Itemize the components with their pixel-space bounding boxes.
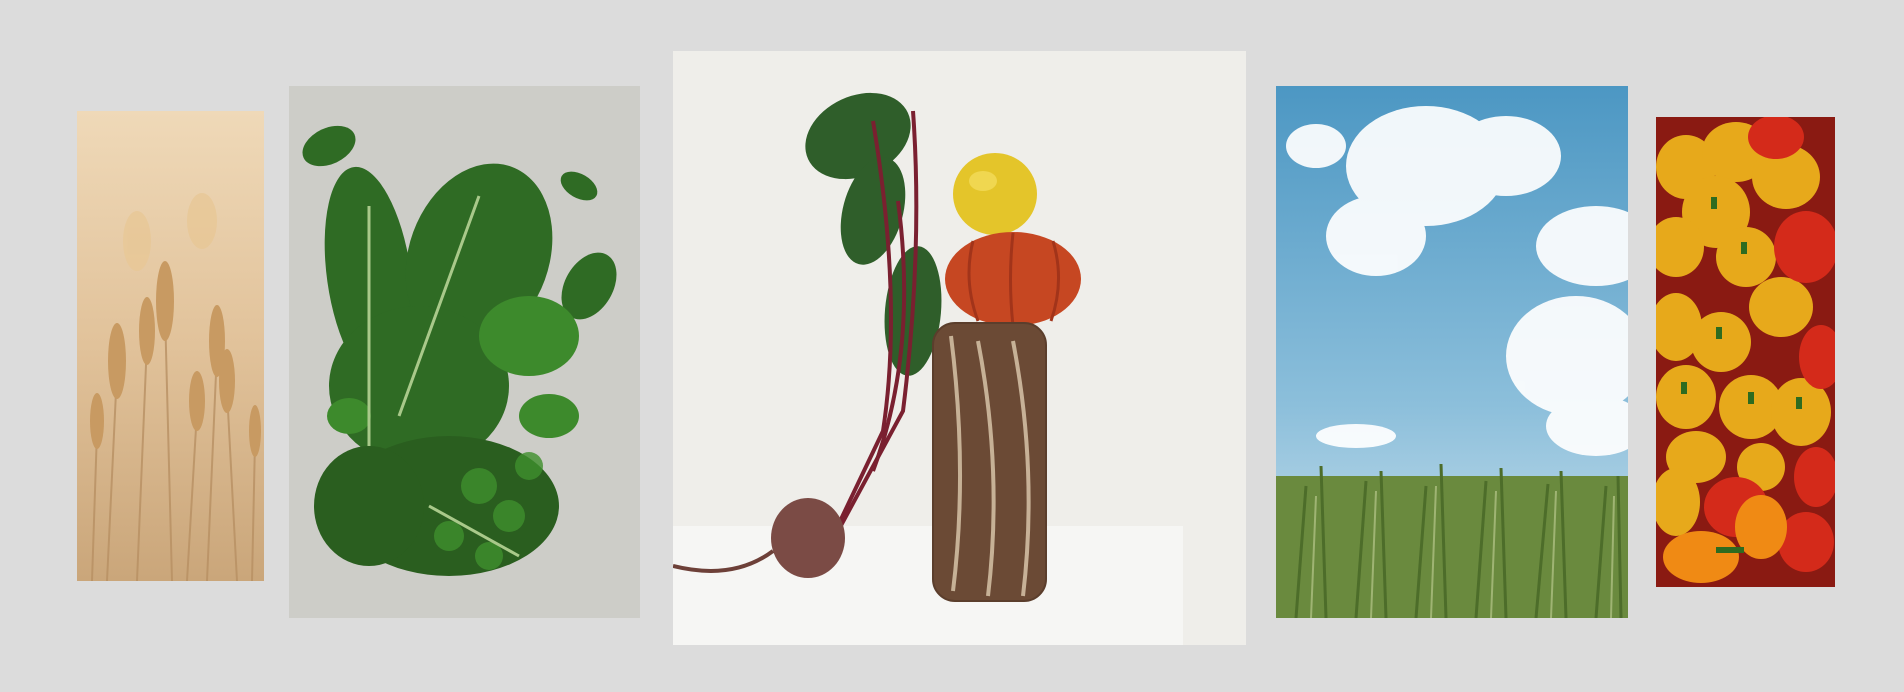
- field-image: [1276, 86, 1628, 618]
- gallery-photo-still-life[interactable]: [673, 51, 1246, 645]
- gallery-photo-field[interactable]: [1276, 86, 1628, 618]
- wheat-image: [77, 111, 264, 581]
- greens-image: [289, 86, 640, 618]
- gallery-photo-greens[interactable]: [289, 86, 640, 618]
- photo-gallery: [0, 0, 1904, 692]
- peppers-image: [1656, 117, 1835, 587]
- still-life-image: [673, 51, 1246, 645]
- gallery-photo-wheat[interactable]: [77, 111, 264, 581]
- gallery-photo-peppers[interactable]: [1656, 117, 1835, 587]
